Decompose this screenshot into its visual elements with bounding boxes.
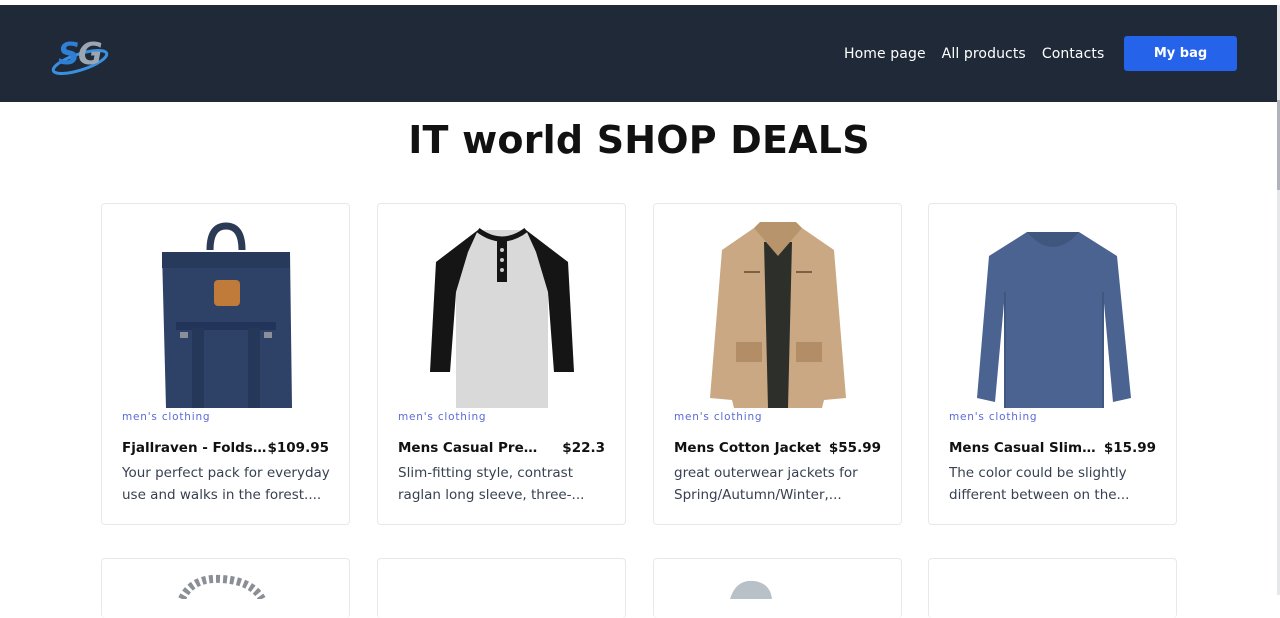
sg-logo-icon[interactable]: S G [50,32,114,76]
product-name[interactable]: Mens Casual Slim Fit [949,440,1097,456]
product-card[interactable]: men's clothing Mens Casual Premium Slim … [377,203,626,525]
product-description: Your perfect pack for everyday use and w… [122,465,330,503]
product-name[interactable]: Mens Casual Premium Slim Fit T-Shirts [398,440,546,456]
product-card[interactable]: men's clothing Mens Cotton Jacket $55.99… [653,203,902,525]
product-description: Slim-fitting style, contrast raglan long… [398,465,585,503]
my-bag-button[interactable]: My bag [1124,36,1237,71]
product-name[interactable]: Fjallraven - Foldsack No. 1 Backpack, Fi… [122,440,270,456]
product-price: $55.99 [828,440,881,456]
product-card[interactable]: men's clothing Fjallraven - Foldsack No.… [101,203,350,525]
product-price: $109.95 [267,440,330,456]
product-card[interactable] [377,558,626,618]
nav-home-page[interactable]: Home page [844,45,926,63]
product-price: $22.3 [562,440,605,456]
product-category: men's clothing [949,411,1038,423]
svg-text:S: S [58,37,80,72]
page-title: IT world SHOP DEALS [408,118,870,162]
nav-contacts[interactable]: Contacts [1042,45,1105,63]
nav-all-products[interactable]: All products [942,45,1026,63]
site-header: S G Home page All products Contacts My b… [0,5,1280,102]
long-sleeve-shirt-image[interactable] [959,222,1147,412]
product-card[interactable]: men's clothing Mens Casual Slim Fit $15.… [928,203,1177,525]
product-card[interactable] [653,558,902,618]
product-category: men's clothing [398,411,487,423]
raglan-tshirt-image[interactable] [408,222,596,412]
product-price: $15.99 [1103,440,1156,456]
product-category: men's clothing [674,411,763,423]
product-category: men's clothing [122,411,211,423]
product-card[interactable] [101,558,350,618]
backpack-image[interactable] [132,222,320,412]
main-nav: Home page All products Contacts [844,45,1120,63]
product-name[interactable]: Mens Cotton Jacket [674,440,822,456]
ring-image[interactable] [654,559,903,599]
product-card[interactable] [928,558,1177,618]
bracelet-image[interactable] [102,559,351,602]
svg-text:G: G [78,37,103,72]
cotton-jacket-image[interactable] [684,222,872,412]
product-description: The color could be slightly different be… [949,465,1130,503]
product-description: great outerwear jackets for Spring/Autum… [674,465,858,503]
